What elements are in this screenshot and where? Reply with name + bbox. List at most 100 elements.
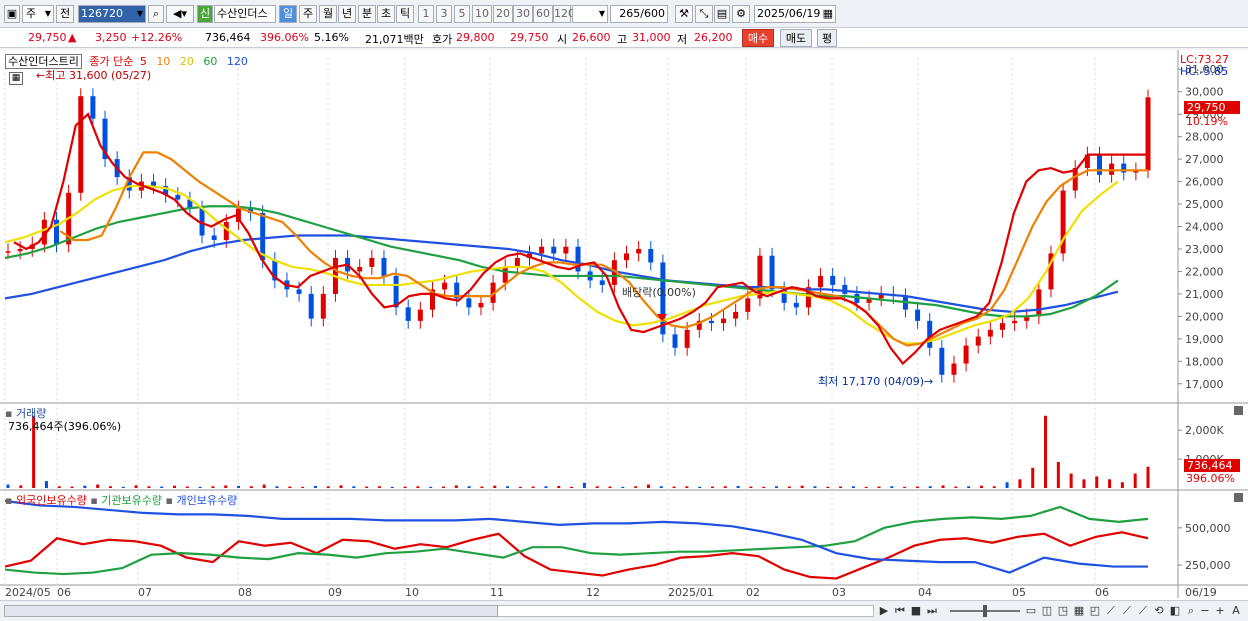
last-icon[interactable]: ⏭ bbox=[926, 604, 938, 617]
x-tick-label: 03 bbox=[832, 586, 846, 599]
image-icon[interactable]: ◧ bbox=[1169, 604, 1181, 617]
stop-icon[interactable]: ■ bbox=[910, 604, 922, 617]
volume-bar bbox=[570, 486, 574, 488]
search-icon[interactable]: ⌕ bbox=[1185, 604, 1197, 617]
speaker-icon[interactable]: ◀▾ bbox=[166, 5, 194, 23]
interval-1[interactable]: 1 bbox=[418, 5, 434, 23]
volume-value: 736,464 bbox=[205, 31, 251, 44]
interval-30[interactable]: 30 bbox=[513, 5, 533, 23]
candle-body bbox=[963, 345, 969, 364]
date-field[interactable]: 2025/06/19 ▦ bbox=[754, 5, 836, 23]
chart-area[interactable]: 31,000 30,000 29,000 28,000 27,000 26,000 25,0… bbox=[0, 50, 1248, 621]
volume-bar bbox=[403, 486, 407, 488]
volume-bar bbox=[582, 482, 586, 488]
interval-10[interactable]: 10 bbox=[472, 5, 492, 23]
type-select[interactable]: 주 ▼ bbox=[22, 5, 54, 23]
volume-bar bbox=[6, 484, 10, 488]
zoom-slider-handle[interactable] bbox=[983, 605, 987, 617]
period-tick[interactable]: 틱 bbox=[396, 5, 414, 23]
x-tick-label: 09 bbox=[328, 586, 342, 599]
volume-bar bbox=[313, 485, 317, 488]
pen-icon[interactable]: ⟋ bbox=[1105, 604, 1117, 617]
scroll-thumb[interactable] bbox=[4, 605, 498, 617]
bottom-scrollbar[interactable]: ▶ ⏮ ■ ⏭ ▭ ◫ ◳ ▦ ◰ ⟋ ⟋ ⟋ ⟲ ◧ ⌕ − + A bbox=[0, 600, 1248, 621]
stock-name[interactable]: 수산인더스 bbox=[214, 5, 276, 23]
volume-bar bbox=[634, 486, 638, 488]
volume-bar bbox=[1031, 467, 1035, 488]
volume-value-label: 736,464주(396.06%) bbox=[8, 420, 122, 433]
period-second[interactable]: 초 bbox=[377, 5, 395, 23]
interval-120[interactable]: 120 bbox=[553, 5, 575, 23]
grid-icon[interactable]: ▦ bbox=[1073, 604, 1085, 617]
draw-icon[interactable]: ⤡ bbox=[695, 5, 713, 23]
ma60-line bbox=[4, 205, 1119, 318]
candle-body bbox=[417, 309, 423, 321]
split-icon[interactable]: ◫ bbox=[1041, 604, 1053, 617]
x-tick-label: 06/19 bbox=[1185, 586, 1217, 599]
foreign-holdings-line bbox=[4, 531, 1149, 580]
count-value: 265 bbox=[619, 7, 641, 20]
candle-body bbox=[551, 246, 557, 254]
volume-close-icon[interactable] bbox=[1234, 406, 1243, 415]
period-day[interactable]: 일 bbox=[279, 5, 297, 23]
volume-bar bbox=[1133, 473, 1137, 488]
interval-60[interactable]: 60 bbox=[533, 5, 553, 23]
chevron-down-icon: ▼ bbox=[44, 9, 51, 18]
buy-button[interactable]: 매수 bbox=[742, 29, 774, 47]
brush-icon[interactable]: ⟋ bbox=[1121, 604, 1133, 617]
interval-20[interactable]: 20 bbox=[493, 5, 513, 23]
low-price: 26,200 bbox=[694, 31, 733, 44]
period-minute[interactable]: 분 bbox=[358, 5, 376, 23]
count-field[interactable]: 265/600 bbox=[610, 5, 668, 23]
period-year[interactable]: 년 bbox=[338, 5, 356, 23]
tools-icon[interactable]: ⚒ bbox=[675, 5, 693, 23]
sell-button[interactable]: 매도 bbox=[780, 29, 812, 47]
volume-bar bbox=[493, 485, 497, 488]
first-icon[interactable]: ⏮ bbox=[894, 604, 906, 617]
zoom-in-icon[interactable]: + bbox=[1214, 604, 1226, 617]
eraser-icon[interactable]: ⟋ bbox=[1137, 604, 1149, 617]
volume-bar bbox=[877, 486, 881, 488]
candle-body bbox=[733, 311, 739, 319]
box-icon[interactable]: ◰ bbox=[1089, 604, 1101, 617]
candle-body bbox=[175, 195, 181, 200]
current-price: 29,750 bbox=[28, 31, 67, 44]
link-icon[interactable]: ⟲ bbox=[1153, 604, 1165, 617]
candle-body bbox=[381, 257, 387, 276]
volume-bar bbox=[416, 486, 420, 488]
compare-icon[interactable]: ◳ bbox=[1057, 604, 1069, 617]
volume-bar bbox=[762, 486, 766, 488]
holdings-close-icon[interactable] bbox=[1234, 493, 1243, 502]
scroll-right-icon[interactable]: ▶ bbox=[878, 604, 890, 617]
period-week[interactable]: 주 bbox=[299, 5, 317, 23]
volume-bar bbox=[224, 485, 228, 488]
interval-5[interactable]: 5 bbox=[454, 5, 470, 23]
prev-button[interactable]: 전 bbox=[56, 5, 74, 23]
zoom-out-icon[interactable]: − bbox=[1199, 604, 1211, 617]
eval-button[interactable]: 평 bbox=[817, 29, 837, 47]
volume-bar bbox=[288, 486, 292, 488]
period-month[interactable]: 월 bbox=[319, 5, 337, 23]
last-pct-tag: 10.19% bbox=[1186, 115, 1228, 128]
custom-interval-select[interactable]: ▼ bbox=[572, 5, 608, 23]
table-icon[interactable]: ▦ bbox=[9, 72, 23, 85]
volume-bar bbox=[44, 481, 48, 488]
layout-icon[interactable]: ▣ bbox=[4, 5, 20, 23]
interval-3[interactable]: 3 bbox=[436, 5, 452, 23]
view-icon[interactable]: ▭ bbox=[1025, 604, 1037, 617]
volume-bar bbox=[646, 484, 650, 488]
volume-bar bbox=[864, 486, 868, 488]
ma5-line bbox=[13, 112, 1148, 366]
volume-bar bbox=[301, 486, 305, 488]
volume-bar bbox=[147, 486, 151, 488]
font-icon[interactable]: A bbox=[1230, 604, 1242, 617]
code-input[interactable]: 126720 ▼ bbox=[78, 5, 146, 23]
volume-bar bbox=[390, 486, 394, 488]
volume-bar bbox=[467, 486, 471, 488]
search-icon[interactable]: ⌕ bbox=[148, 5, 164, 23]
code-value: 126720 bbox=[81, 7, 123, 20]
gear-icon[interactable]: ⚙ bbox=[732, 5, 750, 23]
save-icon[interactable]: ▤ bbox=[714, 5, 730, 23]
high-label: 고 bbox=[617, 33, 628, 46]
volume-bar bbox=[1018, 479, 1022, 488]
